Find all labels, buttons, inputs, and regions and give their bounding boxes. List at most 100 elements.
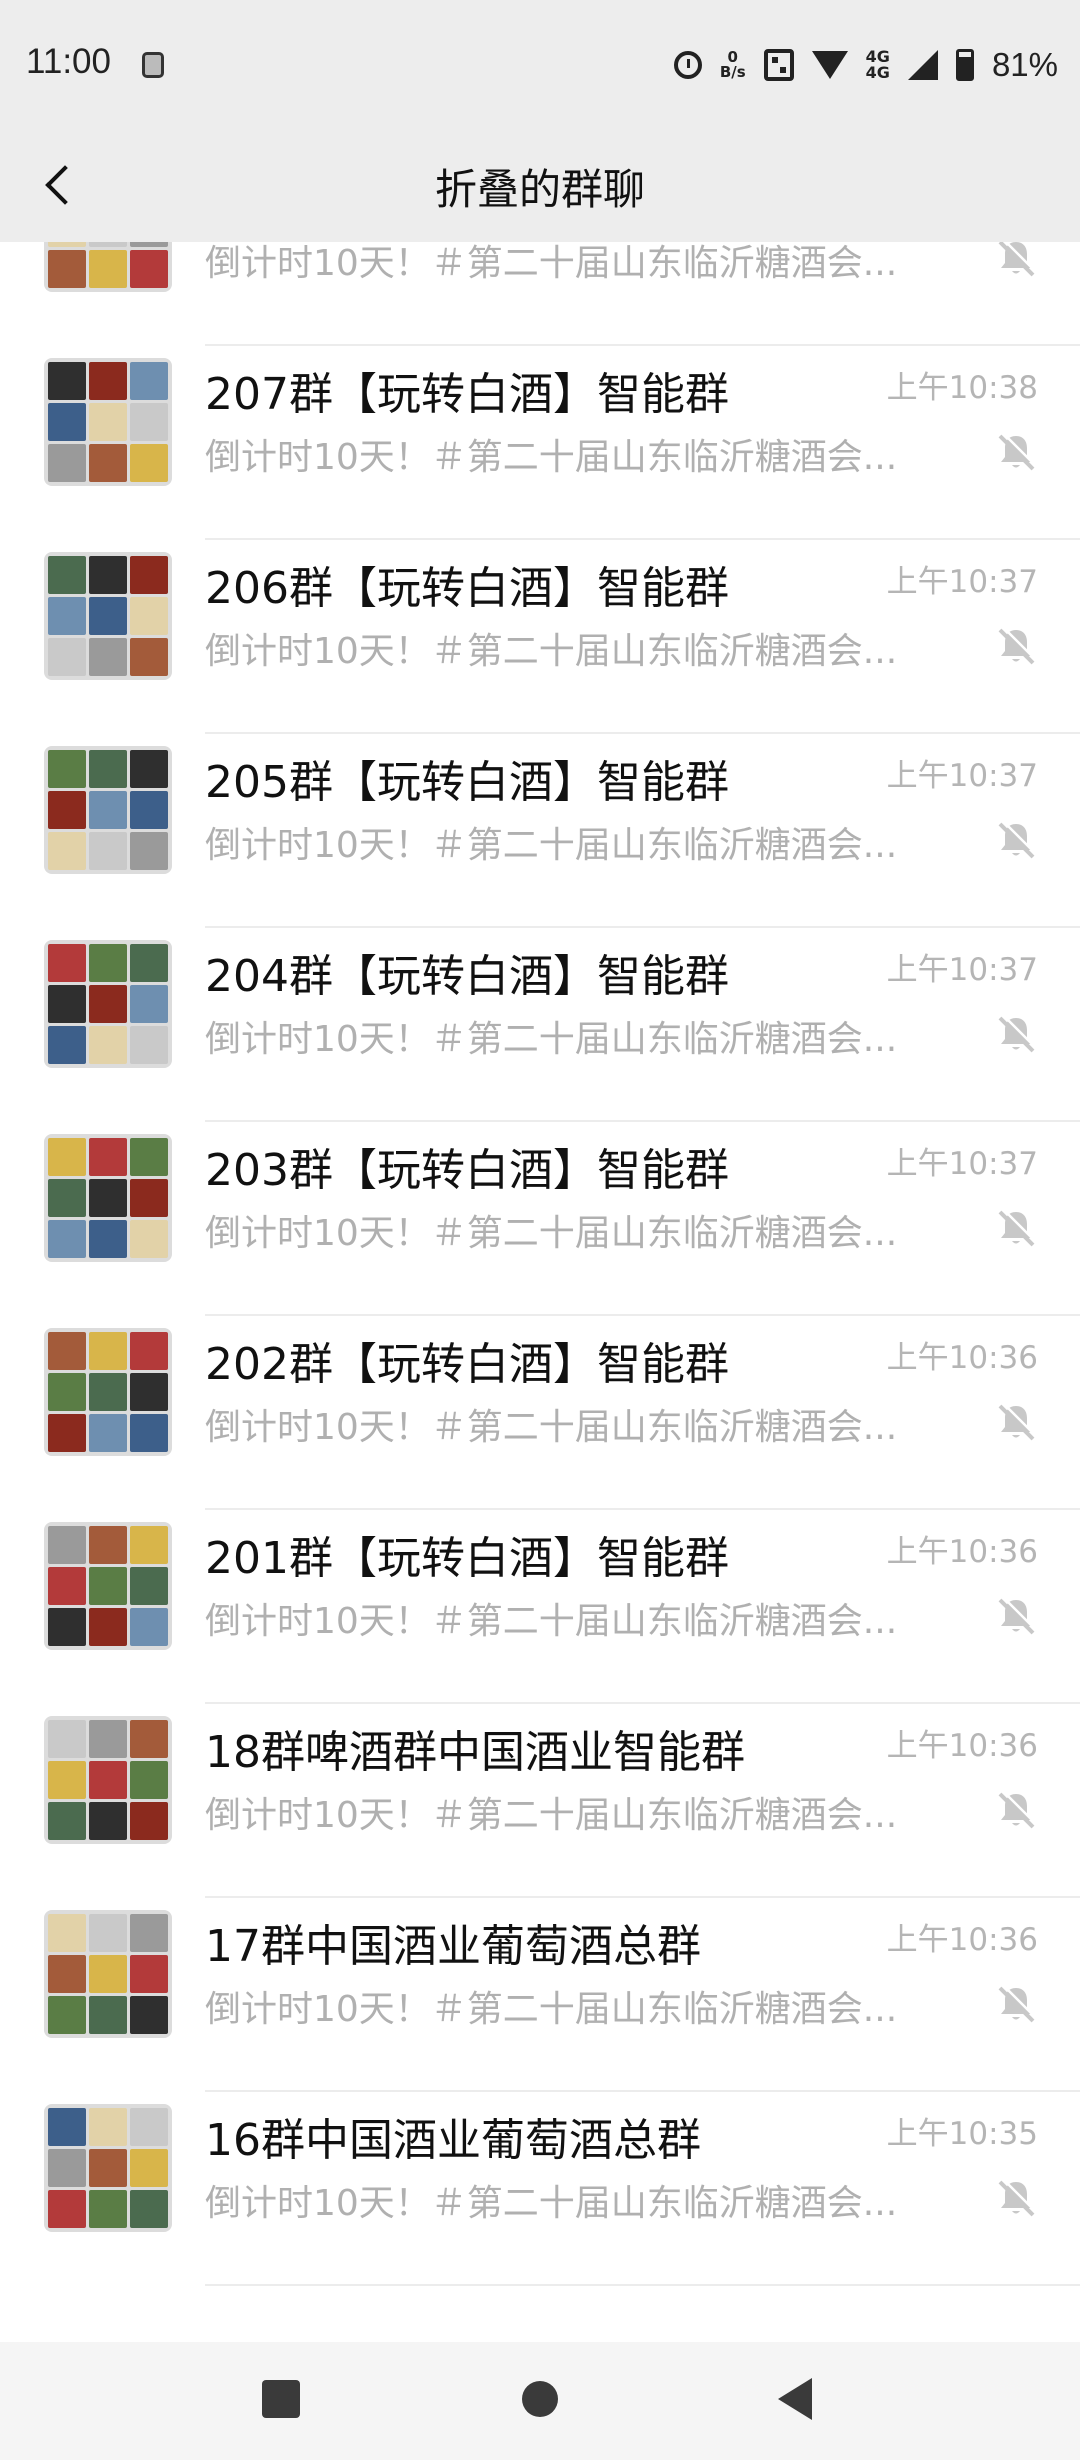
avatar-tile xyxy=(48,1955,86,1993)
avatar-tile xyxy=(130,791,168,829)
home-icon[interactable] xyxy=(522,2381,558,2417)
avatar-tile xyxy=(130,1608,168,1646)
chat-name: 16群中国酒业葡萄酒总群 xyxy=(205,2115,701,2166)
avatar-tile xyxy=(48,444,86,482)
cell-signal-icon xyxy=(907,50,938,80)
avatar-tile xyxy=(89,250,127,288)
muted-bell-icon xyxy=(998,626,1037,665)
avatar-tile xyxy=(130,1914,168,1952)
avatar-tile xyxy=(130,1138,168,1176)
avatar-tile xyxy=(48,2108,86,2146)
avatar-tile xyxy=(130,1414,168,1452)
chat-preview: 倒计时10天！＃第二十届山东临沂糖酒会... xyxy=(205,1989,898,2030)
chat-list-item[interactable]: 17群中国酒业葡萄酒总群 上午10:36 倒计时10天！＃第二十届山东临沂糖酒会..… xyxy=(0,1898,1080,2092)
header: 折叠的群聊 xyxy=(0,130,1080,242)
avatar-tile xyxy=(48,242,86,247)
chat-time: 上午10:36 xyxy=(886,1340,1038,1376)
avatar-tile xyxy=(48,1720,86,1758)
avatar-tile xyxy=(48,750,86,788)
chat-time: 上午10:37 xyxy=(886,758,1038,794)
chat-name: 207群【玩转白酒】智能群 xyxy=(205,369,729,420)
avatar-tile xyxy=(48,250,86,288)
chat-time: 上午10:37 xyxy=(886,564,1038,600)
avatar-tile xyxy=(89,444,127,482)
chat-time: 上午10:36 xyxy=(886,1534,1038,1570)
chat-name: 201群【玩转白酒】智能群 xyxy=(205,1533,729,1584)
avatar-tile xyxy=(48,2149,86,2187)
chat-name: 203群【玩转白酒】智能群 xyxy=(205,1145,729,1196)
avatar-tile xyxy=(48,1332,86,1370)
avatar-tile xyxy=(89,1567,127,1605)
chat-name: 18群啤酒群中国酒业智能群 xyxy=(205,1727,745,1778)
avatar-tile xyxy=(89,750,127,788)
status-bar: 11:00 0 B/s 4G 4G 81% xyxy=(0,0,1080,130)
muted-bell-icon xyxy=(998,1596,1037,1635)
chat-time: 上午10:38 xyxy=(886,370,1038,406)
nfc-icon xyxy=(763,49,794,81)
chat-list-item[interactable]: 205群【玩转白酒】智能群 上午10:37 倒计时10天！＃第二十届山东临沂糖酒会.… xyxy=(0,734,1080,928)
avatar-tile xyxy=(130,1026,168,1064)
chat-time: 上午10:35 xyxy=(886,2116,1038,2152)
chat-time: 上午10:37 xyxy=(886,952,1038,988)
avatar-tile xyxy=(130,242,168,247)
avatar-tile xyxy=(48,1914,86,1952)
group-avatar xyxy=(44,552,172,680)
chat-preview: 倒计时10天！＃第二十届山东临沂糖酒会... xyxy=(205,1795,898,1836)
avatar-tile xyxy=(130,556,168,594)
battery-fill xyxy=(958,56,971,78)
avatar-tile xyxy=(48,638,86,676)
avatar-tile xyxy=(89,2190,127,2228)
muted-bell-icon xyxy=(998,1984,1037,2023)
group-avatar xyxy=(44,2104,172,2232)
chat-list-item[interactable]: 206群【玩转白酒】智能群 上午10:37 倒计时10天！＃第二十届山东临沂糖酒会.… xyxy=(0,540,1080,734)
avatar-tile xyxy=(89,242,127,247)
chat-time: 上午10:37 xyxy=(886,1146,1038,1182)
group-avatar xyxy=(44,358,172,486)
group-avatar xyxy=(44,1910,172,2038)
avatar-tile xyxy=(48,1526,86,1564)
chat-list-item[interactable]: 16群中国酒业葡萄酒总群 上午10:35 倒计时10天！＃第二十届山东临沂糖酒会..… xyxy=(0,2092,1080,2286)
chat-list-item[interactable]: 201群【玩转白酒】智能群 上午10:36 倒计时10天！＃第二十届山东临沂糖酒会.… xyxy=(0,1510,1080,1704)
avatar-tile xyxy=(89,1720,127,1758)
page-title: 折叠的群聊 xyxy=(434,165,645,214)
avatar-tile xyxy=(130,2108,168,2146)
avatar-tile xyxy=(48,556,86,594)
avatar-tile xyxy=(130,1373,168,1411)
chat-list-item[interactable]: 202群【玩转白酒】智能群 上午10:36 倒计时10天！＃第二十届山东临沂糖酒会.… xyxy=(0,1316,1080,1510)
avatar-tile xyxy=(130,362,168,400)
avatar-tile xyxy=(89,1955,127,1993)
chat-preview: 倒计时10天！＃第二十届山东临沂糖酒会... xyxy=(205,243,898,284)
avatar-tile xyxy=(89,944,127,982)
avatar-tile xyxy=(48,1567,86,1605)
recent-apps-icon[interactable] xyxy=(262,2380,300,2418)
avatar-tile xyxy=(89,1138,127,1176)
chat-preview: 倒计时10天！＃第二十届山东临沂糖酒会... xyxy=(205,2183,898,2224)
back-triangle-icon[interactable] xyxy=(778,2378,812,2420)
avatar-tile xyxy=(48,791,86,829)
avatar-tile xyxy=(89,362,127,400)
avatar-tile xyxy=(89,1220,127,1258)
avatar-tile xyxy=(89,791,127,829)
muted-bell-icon xyxy=(998,1014,1037,1053)
avatar-tile xyxy=(89,556,127,594)
chat-list-item[interactable]: 204群【玩转白酒】智能群 上午10:37 倒计时10天！＃第二十届山东临沂糖酒会.… xyxy=(0,928,1080,1122)
chat-list[interactable]: 208群【玩转白酒】智能群上午10:38倒计时10天！＃第二十届山东临沂糖酒会.… xyxy=(0,242,1080,2342)
avatar-tile xyxy=(48,362,86,400)
avatar-tile xyxy=(130,597,168,635)
avatar-tile xyxy=(89,1608,127,1646)
group-avatar xyxy=(44,1716,172,1844)
avatar-tile xyxy=(89,2108,127,2146)
chat-list-item[interactable]: 18群啤酒群中国酒业智能群 上午10:36 倒计时10天！＃第二十届山东临沂糖酒会.… xyxy=(0,1704,1080,1898)
chat-list-item[interactable]: 207群【玩转白酒】智能群 上午10:38 倒计时10天！＃第二十届山东临沂糖酒会.… xyxy=(0,346,1080,540)
avatar-tile xyxy=(130,1802,168,1840)
avatar-tile xyxy=(48,1138,86,1176)
chat-list-item[interactable]: 203群【玩转白酒】智能群 上午10:37 倒计时10天！＃第二十届山东临沂糖酒会.… xyxy=(0,1122,1080,1316)
avatar-tile xyxy=(48,944,86,982)
avatar-tile xyxy=(130,250,168,288)
avatar-tile xyxy=(89,1914,127,1952)
avatar-tile xyxy=(48,1220,86,1258)
chat-preview: 倒计时10天！＃第二十届山东临沂糖酒会... xyxy=(205,437,898,478)
avatar-tile xyxy=(48,1373,86,1411)
chat-list-item[interactable]: 208群【玩转白酒】智能群上午10:38倒计时10天！＃第二十届山东临沂糖酒会.… xyxy=(0,242,1080,346)
status-icons: 0 B/s 4G 4G 81% xyxy=(673,40,1058,90)
